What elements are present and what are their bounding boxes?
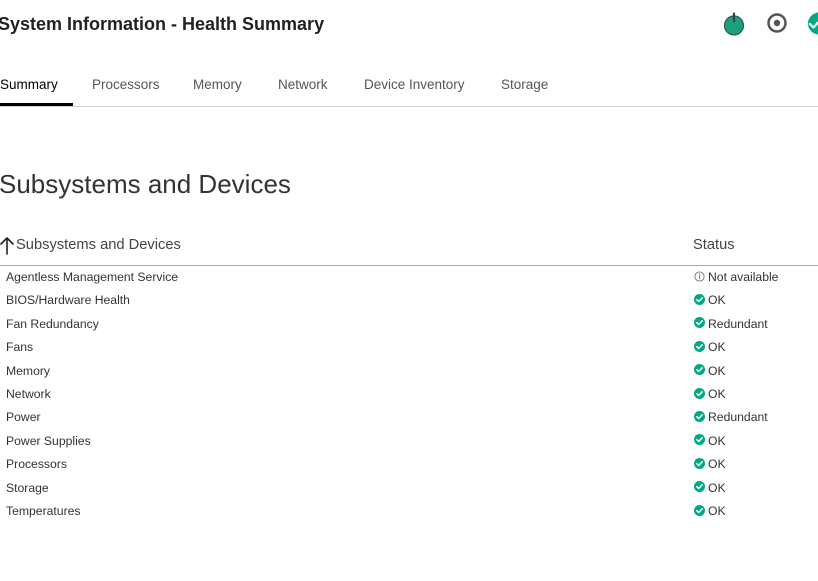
subsystem-name: Network: [6, 386, 51, 401]
status-cell: OK: [694, 430, 726, 453]
table-row: Processors OK: [0, 453, 818, 476]
status-cell: Redundant: [694, 313, 768, 336]
check-circle-icon: [694, 504, 705, 516]
column-header-status[interactable]: Status: [693, 235, 735, 255]
subsystem-name: BIOS/Hardware Health: [6, 293, 130, 308]
subsystem-name: Agentless Management Service: [6, 270, 179, 284]
tab-summary[interactable]: Summary: [0, 76, 58, 94]
status-text: OK: [708, 503, 726, 518]
table-body: Agentless Management Service Not availabl…: [0, 266, 818, 523]
check-circle-icon: [694, 294, 705, 306]
status-text: Redundant: [708, 410, 768, 425]
table-row: Fans OK: [0, 336, 818, 359]
tab-storage[interactable]: Storage: [501, 76, 548, 94]
health-status-icon[interactable]: [807, 12, 818, 35]
check-circle-icon: [694, 457, 705, 469]
status-cell: OK: [694, 383, 726, 406]
subsystem-name: Processors: [6, 457, 67, 472]
status-text: OK: [708, 457, 726, 472]
check-circle-icon: [694, 481, 705, 493]
table-row: Power Redundant: [0, 406, 818, 429]
subsystem-name: Fans: [6, 340, 34, 355]
status-cell: OK: [694, 289, 726, 312]
subsystem-name: Power: [6, 410, 41, 425]
status-text: OK: [708, 363, 726, 378]
status-text: OK: [708, 340, 726, 355]
table-row: Storage OK: [0, 477, 818, 500]
status-text: OK: [708, 433, 726, 448]
uid-indicator-icon[interactable]: [766, 12, 788, 34]
status-cell: OK: [694, 477, 726, 500]
status-cell: Redundant: [694, 406, 768, 429]
status-text: OK: [708, 386, 726, 401]
power-icon[interactable]: [723, 12, 745, 36]
status-text: OK: [708, 293, 726, 308]
table-row: Agentless Management Service Not availabl…: [0, 266, 818, 289]
check-circle-icon: [694, 364, 705, 376]
table-row: Network OK: [0, 383, 818, 406]
subsystem-name: Power Supplies: [6, 433, 91, 448]
status-cell: OK: [694, 453, 726, 476]
tab-memory[interactable]: Memory: [193, 76, 242, 94]
status-text: OK: [708, 480, 726, 495]
section-title: Subsystems and Devices: [0, 169, 291, 199]
check-circle-icon: [694, 317, 705, 329]
subsystem-name: Storage: [6, 480, 49, 495]
check-circle-icon: [694, 387, 705, 399]
status-text: Not available: [708, 270, 779, 284]
check-circle-icon: [694, 411, 705, 423]
status-text: Redundant: [708, 316, 768, 331]
column-header-name[interactable]: Subsystems and Devices: [16, 235, 181, 255]
table-row: Temperatures OK: [0, 500, 818, 523]
subsystem-name: Temperatures: [6, 503, 81, 518]
status-cell: Not available: [694, 266, 778, 289]
info-icon: [694, 271, 705, 282]
check-circle-icon: [694, 340, 705, 352]
status-cell: OK: [694, 360, 726, 383]
tab-device-inventory[interactable]: Device Inventory: [364, 76, 465, 94]
status-cell: OK: [694, 336, 726, 359]
page-title: System Information - Health Summary: [0, 14, 325, 34]
check-circle-icon: [694, 434, 705, 446]
sort-ascending-icon[interactable]: [0, 236, 14, 255]
tab-bar-divider: [0, 106, 818, 107]
subsystem-name: Fan Redundancy: [6, 316, 99, 331]
table-header: Subsystems and Devices Status: [0, 235, 818, 255]
tab-processors[interactable]: Processors: [92, 76, 160, 94]
table-row: Power Supplies OK: [0, 430, 818, 453]
table-row: BIOS/Hardware Health OK: [0, 289, 818, 312]
subsystem-name: Memory: [6, 363, 51, 378]
table-row: Fan Redundancy Redundant: [0, 313, 818, 336]
status-cell: OK: [694, 500, 726, 523]
table-row: Memory OK: [0, 360, 818, 383]
tab-network[interactable]: Network: [278, 76, 328, 94]
